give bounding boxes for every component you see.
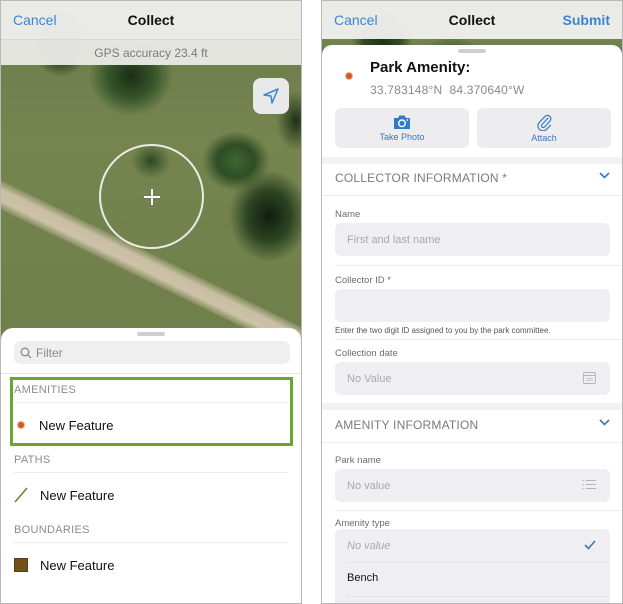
divider <box>14 402 288 403</box>
option-label: Bench <box>347 572 379 584</box>
location-arrow-icon <box>263 88 279 104</box>
camera-icon <box>394 115 410 129</box>
divider <box>1 373 301 374</box>
collector-id-field[interactable] <box>335 289 610 322</box>
name-field[interactable]: First and last name <box>335 223 610 256</box>
amenity-type-label: Amenity type <box>335 518 390 529</box>
sheet-grabber[interactable] <box>458 49 486 53</box>
collection-date-value: No Value <box>347 372 392 385</box>
calendar-icon <box>583 372 596 384</box>
submit-button[interactable]: Submit <box>563 12 610 28</box>
polygon-symbol-icon <box>14 558 28 572</box>
name-placeholder: First and last name <box>347 233 441 246</box>
option-bench[interactable]: Bench <box>335 563 610 593</box>
feature-form: Park Amenity: 33.783148°N 84.370640°W Ta… <box>322 45 622 603</box>
attach-label: Attach <box>531 133 557 143</box>
navigation-bar: Cancel Collect <box>1 1 301 39</box>
feature-label: New Feature <box>40 557 115 573</box>
point-symbol-icon <box>346 73 352 79</box>
collection-date-field[interactable]: No Value <box>335 362 610 395</box>
section-collector-information[interactable]: COLLECTOR INFORMATION * <box>322 160 622 196</box>
cancel-button[interactable]: Cancel <box>334 12 378 28</box>
locate-button[interactable] <box>253 78 289 114</box>
divider <box>335 510 622 511</box>
feature-item-path[interactable]: New Feature <box>14 480 288 510</box>
filter-input[interactable]: Filter <box>14 341 290 364</box>
feature-item-boundary[interactable]: New Feature <box>14 550 288 580</box>
park-name-field[interactable]: No value <box>335 469 610 502</box>
collection-date-label: Collection date <box>335 348 398 359</box>
sheet-grabber[interactable] <box>137 332 165 336</box>
option-no-value[interactable]: No value <box>335 531 610 561</box>
section-heading: AMENITY INFORMATION <box>335 417 479 432</box>
divider <box>14 542 288 543</box>
collect-form-screen: Cancel Collect Submit Park Amenity: 33.7… <box>321 0 623 604</box>
search-icon <box>20 347 32 358</box>
screen-title: Collect <box>448 12 496 28</box>
feature-item-amenity[interactable]: New Feature <box>14 410 288 440</box>
group-heading-boundaries: BOUNDARIES <box>14 524 90 536</box>
group-heading-paths: PATHS <box>14 454 51 466</box>
gps-accuracy-bar: GPS accuracy 23.4 ft <box>1 39 301 65</box>
attach-button[interactable]: Attach <box>477 108 611 148</box>
group-heading-amenities: AMENITIES <box>14 384 76 396</box>
crosshair-icon <box>144 189 160 205</box>
feature-title: Park Amenity: <box>370 59 471 76</box>
feature-label: New Feature <box>40 487 115 503</box>
name-label: Name <box>335 209 361 220</box>
collector-id-help: Enter the two digit ID assigned to you b… <box>335 326 551 335</box>
amenity-type-picker: No value Bench <box>335 529 610 603</box>
divider <box>335 339 622 340</box>
section-amenity-information[interactable]: AMENITY INFORMATION <box>322 407 622 443</box>
chevron-down-icon <box>599 172 610 179</box>
take-photo-label: Take Photo <box>379 132 425 142</box>
navigation-bar: Cancel Collect Submit <box>322 1 622 39</box>
chevron-down-icon <box>599 419 610 426</box>
gps-accuracy-text: GPS accuracy 23.4 ft <box>94 45 208 60</box>
collect-map-screen: Cancel Collect GPS accuracy 23.4 ft Filt… <box>0 0 302 604</box>
park-name-label: Park name <box>335 455 381 466</box>
feature-template-sheet: Filter AMENITIES New Feature PATHS New F… <box>1 328 301 603</box>
paperclip-icon <box>537 114 552 131</box>
option-label: No value <box>347 540 391 552</box>
point-symbol-icon <box>14 422 27 428</box>
checkmark-icon <box>584 540 596 550</box>
cancel-button[interactable]: Cancel <box>13 12 57 28</box>
screen-title: Collect <box>127 12 175 28</box>
list-icon <box>582 479 596 490</box>
feature-coordinates: 33.783148°N 84.370640°W <box>370 83 525 97</box>
latitude: 33.783148°N <box>370 83 443 97</box>
section-heading: COLLECTOR INFORMATION * <box>335 170 508 185</box>
feature-label: New Feature <box>39 417 114 433</box>
park-name-value: No value <box>347 479 391 492</box>
line-symbol-icon <box>14 487 28 503</box>
take-photo-button[interactable]: Take Photo <box>335 108 469 148</box>
divider <box>14 472 288 473</box>
filter-placeholder: Filter <box>36 345 63 360</box>
divider <box>347 596 610 597</box>
divider <box>335 265 622 266</box>
longitude: 84.370640°W <box>449 83 525 97</box>
collector-id-label: Collector ID * <box>335 275 391 286</box>
